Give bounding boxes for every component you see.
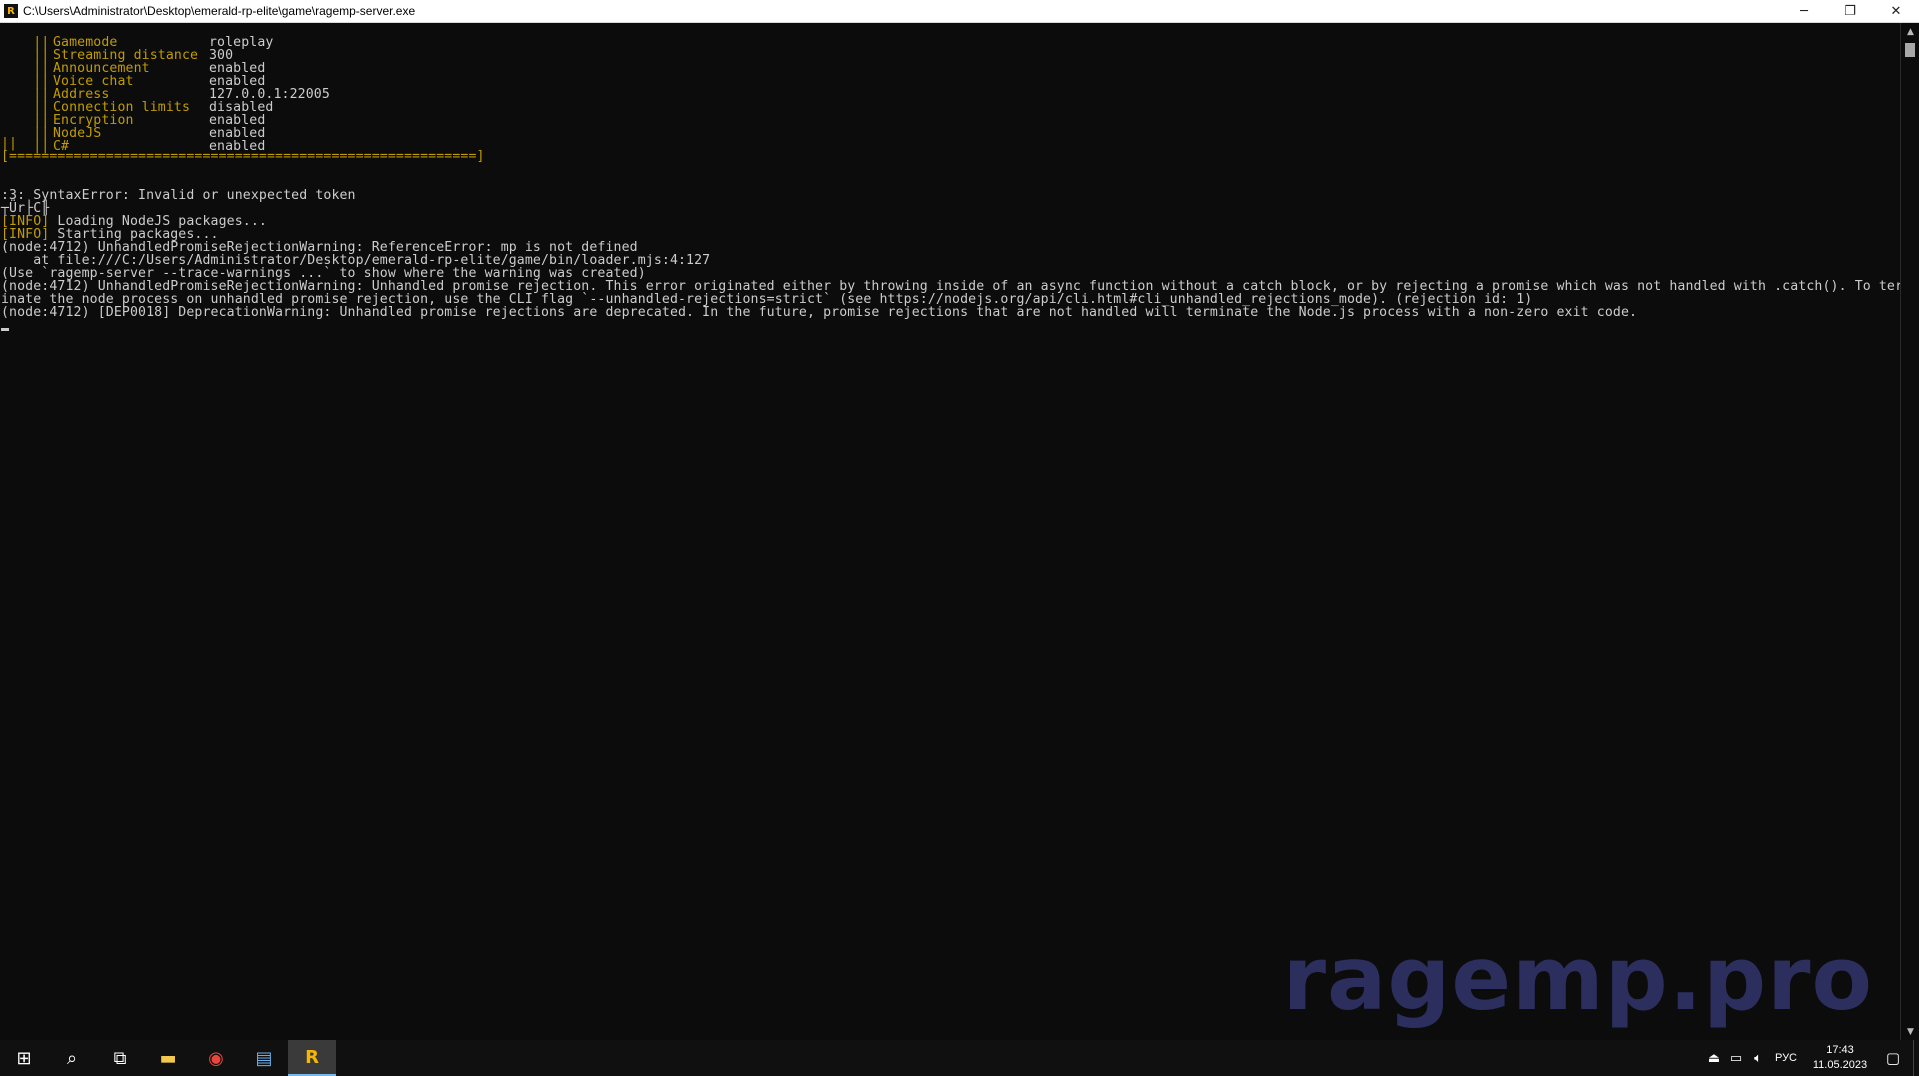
minimize-button[interactable]: ─	[1781, 0, 1827, 22]
log-syntax-error: :3: SyntaxError: Invalid or unexpected t…	[1, 188, 356, 203]
clock-date: 11.05.2023	[1812, 1059, 1868, 1071]
close-button[interactable]: ✕	[1873, 0, 1919, 22]
usb-device-icon[interactable]: ⏏	[1703, 1051, 1725, 1066]
scroll-thumb[interactable]	[1905, 43, 1915, 57]
scroll-down-arrow-icon[interactable]: ▼	[1901, 1023, 1919, 1040]
ragemp-app-icon: R	[4, 4, 18, 18]
console-scrollbar[interactable]: ▲ ▼	[1900, 23, 1919, 1040]
search-icon[interactable]: ⌕	[48, 1040, 96, 1076]
clock[interactable]: 17:43 11.05.2023	[1807, 1043, 1873, 1073]
clock-time: 17:43	[1826, 1044, 1854, 1056]
ragemp-taskbar-icon[interactable]: R	[288, 1040, 336, 1076]
task-view-icon[interactable]: ⧉	[96, 1040, 144, 1076]
volume-icon[interactable]: 🔈︎	[1747, 1051, 1769, 1066]
network-icon[interactable]: ▭	[1725, 1051, 1747, 1066]
scroll-up-arrow-icon[interactable]: ▲	[1901, 23, 1919, 40]
input-language[interactable]: РУС	[1775, 1052, 1797, 1064]
notification-icon[interactable]: ▢	[1873, 1049, 1913, 1067]
show-desktop-button[interactable]	[1913, 1040, 1919, 1076]
chrome-icon[interactable]: ◉	[192, 1040, 240, 1076]
window-titlebar[interactable]: R C:\Users\Administrator\Desktop\emerald…	[0, 0, 1919, 23]
log-deprecation-warning: (node:4712) [DEP0018] DeprecationWarning…	[1, 305, 1638, 320]
start-button[interactable]: ⊞	[0, 1040, 48, 1076]
window-title: C:\Users\Administrator\Desktop\emerald-r…	[23, 4, 416, 18]
file-explorer-icon[interactable]: ▬	[144, 1040, 192, 1076]
system-tray: ⏏ ▭ 🔈︎ РУС 17:43 11.05.2023 ▢	[1703, 1040, 1919, 1076]
watermark: ragemp.pro	[1282, 927, 1873, 1030]
console-output[interactable]: || Gamemode roleplay || Streaming distance 3…	[0, 23, 1900, 1040]
taskbar: ⊞ ⌕ ⧉ ▬ ◉ ▤ R ⏏ ▭ 🔈︎ РУС 17:43 11.05.202…	[0, 1040, 1919, 1076]
restore-button[interactable]: ❐	[1827, 0, 1873, 22]
console-cursor	[1, 328, 9, 331]
server-manager-icon[interactable]: ▤	[240, 1040, 288, 1076]
config-border: [=======================================…	[1, 149, 485, 164]
